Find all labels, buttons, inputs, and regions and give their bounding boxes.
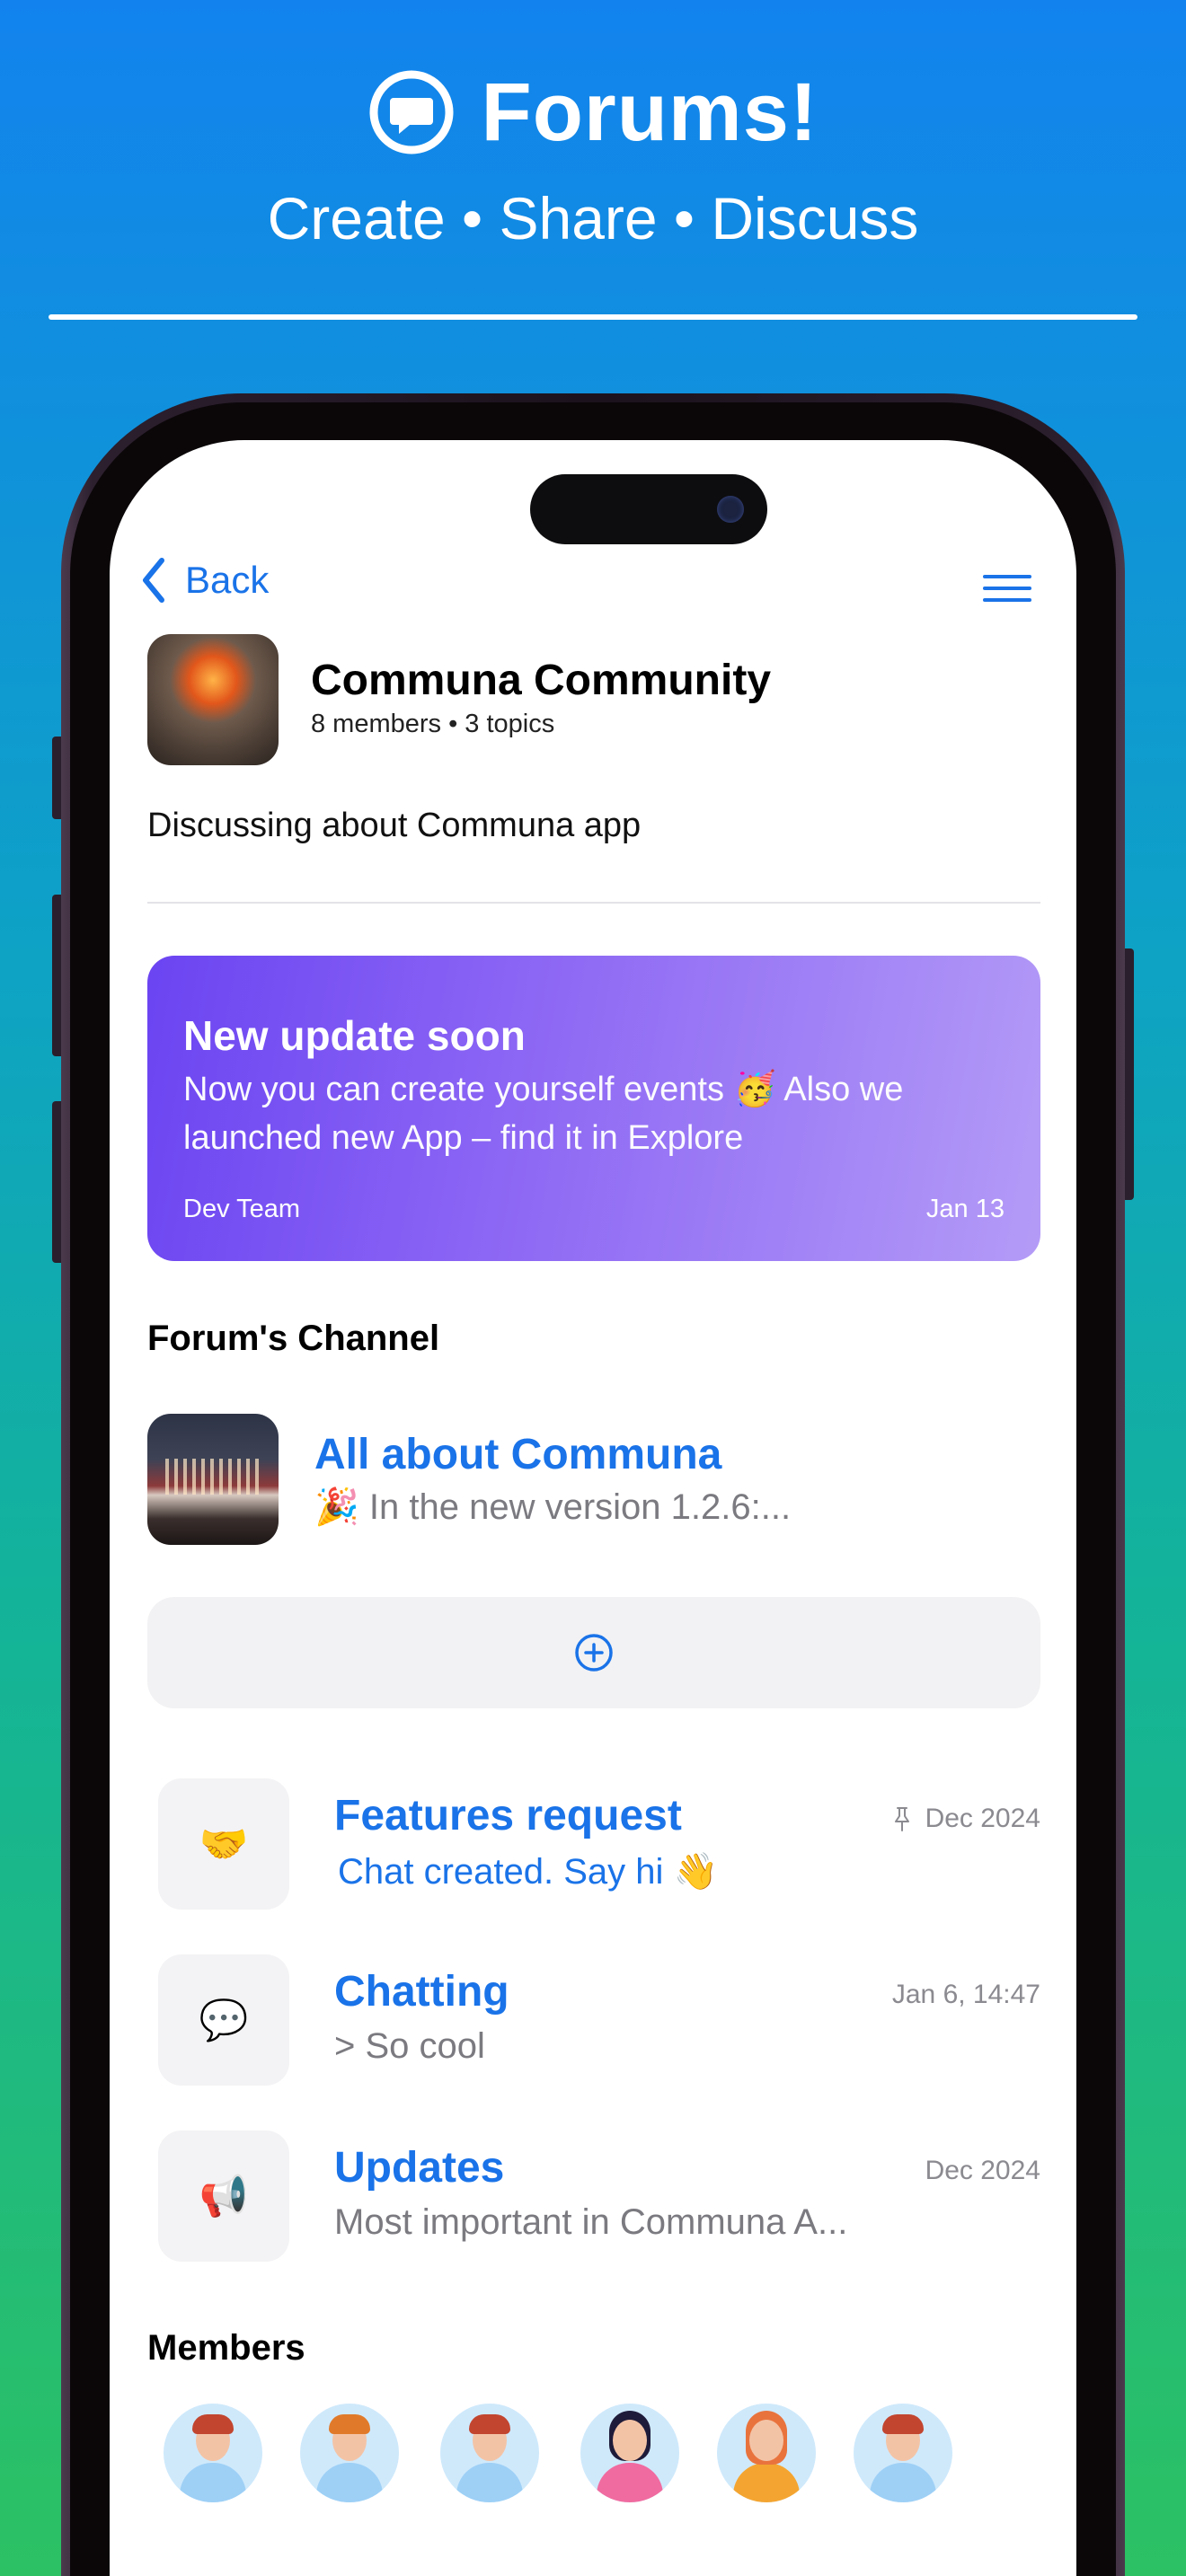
promo-subtitle: Create • Share • Discuss xyxy=(267,185,919,251)
topic-date: Jan 6, 14:47 xyxy=(892,1980,1040,2010)
member-avatar[interactable] xyxy=(854,2404,952,2502)
member-avatar[interactable] xyxy=(717,2404,816,2502)
camera-icon xyxy=(717,496,744,523)
community-avatar xyxy=(147,634,279,765)
back-button[interactable]: Back xyxy=(140,557,269,604)
topic-title: Features request xyxy=(334,1792,682,1839)
members-list xyxy=(147,2404,1046,2547)
hamburger-menu-icon[interactable] xyxy=(983,575,1031,604)
topic-subtitle: Most important in Communa A... xyxy=(334,2202,848,2242)
topic-subtitle: Chat created. Say hi 👋 xyxy=(338,1852,719,1892)
topic-subtitle: > So cool xyxy=(334,2026,485,2066)
community-name: Communa Community xyxy=(311,657,772,704)
pin-icon xyxy=(894,1807,909,1831)
announcement-date: Jan 13 xyxy=(925,1195,1005,1223)
topic-title: Chatting xyxy=(334,1968,509,2016)
member-avatar[interactable] xyxy=(164,2404,262,2502)
topic-date: Dec 2024 xyxy=(891,1804,1040,1834)
channel-title: All about Communa xyxy=(314,1431,722,1478)
channel-section-title: Forum's Channel xyxy=(147,1319,440,1358)
channel-preview: 🎉 In the new version 1.2.6:... xyxy=(314,1487,792,1527)
announcement-body: Now you can create yourself events 🥳 Als… xyxy=(183,1071,904,1157)
topic-title: Updates xyxy=(334,2144,505,2192)
announcement-title: New update soon xyxy=(183,1012,526,1059)
topic-updates[interactable]: 📢 Updates Most important in Communa A...… xyxy=(147,2130,1040,2274)
topic-chatting[interactable]: 💬 Chatting > So cool Jan 6, 14:47 xyxy=(147,1954,1040,2098)
community-meta: 8 members • 3 topics xyxy=(311,710,555,738)
announcement-author: Dev Team xyxy=(183,1195,301,1223)
member-avatar[interactable] xyxy=(580,2404,679,2502)
community-description: Discussing about Communa app xyxy=(147,807,642,844)
phone-frame: Back Communa Community 8 members • 3 top… xyxy=(61,393,1125,2576)
megaphone-icon: 📢 xyxy=(158,2130,289,2262)
channel-item[interactable]: All about Communa 🎉 In the new version 1… xyxy=(147,1414,1040,1548)
promo-title: Forums! xyxy=(481,66,819,158)
topic-date-label: Dec 2024 xyxy=(925,2156,1040,2185)
member-avatar[interactable] xyxy=(300,2404,399,2502)
back-label: Back xyxy=(185,559,270,601)
promo-header: Forums! Create • Share • Discuss xyxy=(0,0,1186,323)
announcement-card[interactable]: New update soon Now you can create yours… xyxy=(147,956,1040,1261)
members-section-title: Members xyxy=(147,2328,305,2368)
dynamic-island xyxy=(530,474,767,544)
handshake-icon: 🤝 xyxy=(158,1778,289,1910)
promo-divider xyxy=(49,314,1137,320)
app-screen: Back Communa Community 8 members • 3 top… xyxy=(110,440,1076,2576)
topic-date-label: Dec 2024 xyxy=(925,1804,1040,1833)
topic-date: Dec 2024 xyxy=(925,2156,1040,2186)
topic-date-label: Jan 6, 14:47 xyxy=(891,1980,1040,2009)
divider xyxy=(147,902,1040,904)
channel-thumbnail xyxy=(147,1414,279,1545)
topic-features-request[interactable]: 🤝 Features request Chat created. Say hi … xyxy=(147,1778,1040,1922)
chat-bubble-icon xyxy=(369,70,453,154)
add-topic-button[interactable] xyxy=(147,1597,1040,1708)
plus-circle-icon xyxy=(575,1634,613,1672)
promo-title-row: Forums! xyxy=(0,54,1186,171)
chevron-left-icon xyxy=(143,558,164,603)
speech-bubble-icon: 💬 xyxy=(158,1954,289,2086)
member-avatar[interactable] xyxy=(440,2404,539,2502)
